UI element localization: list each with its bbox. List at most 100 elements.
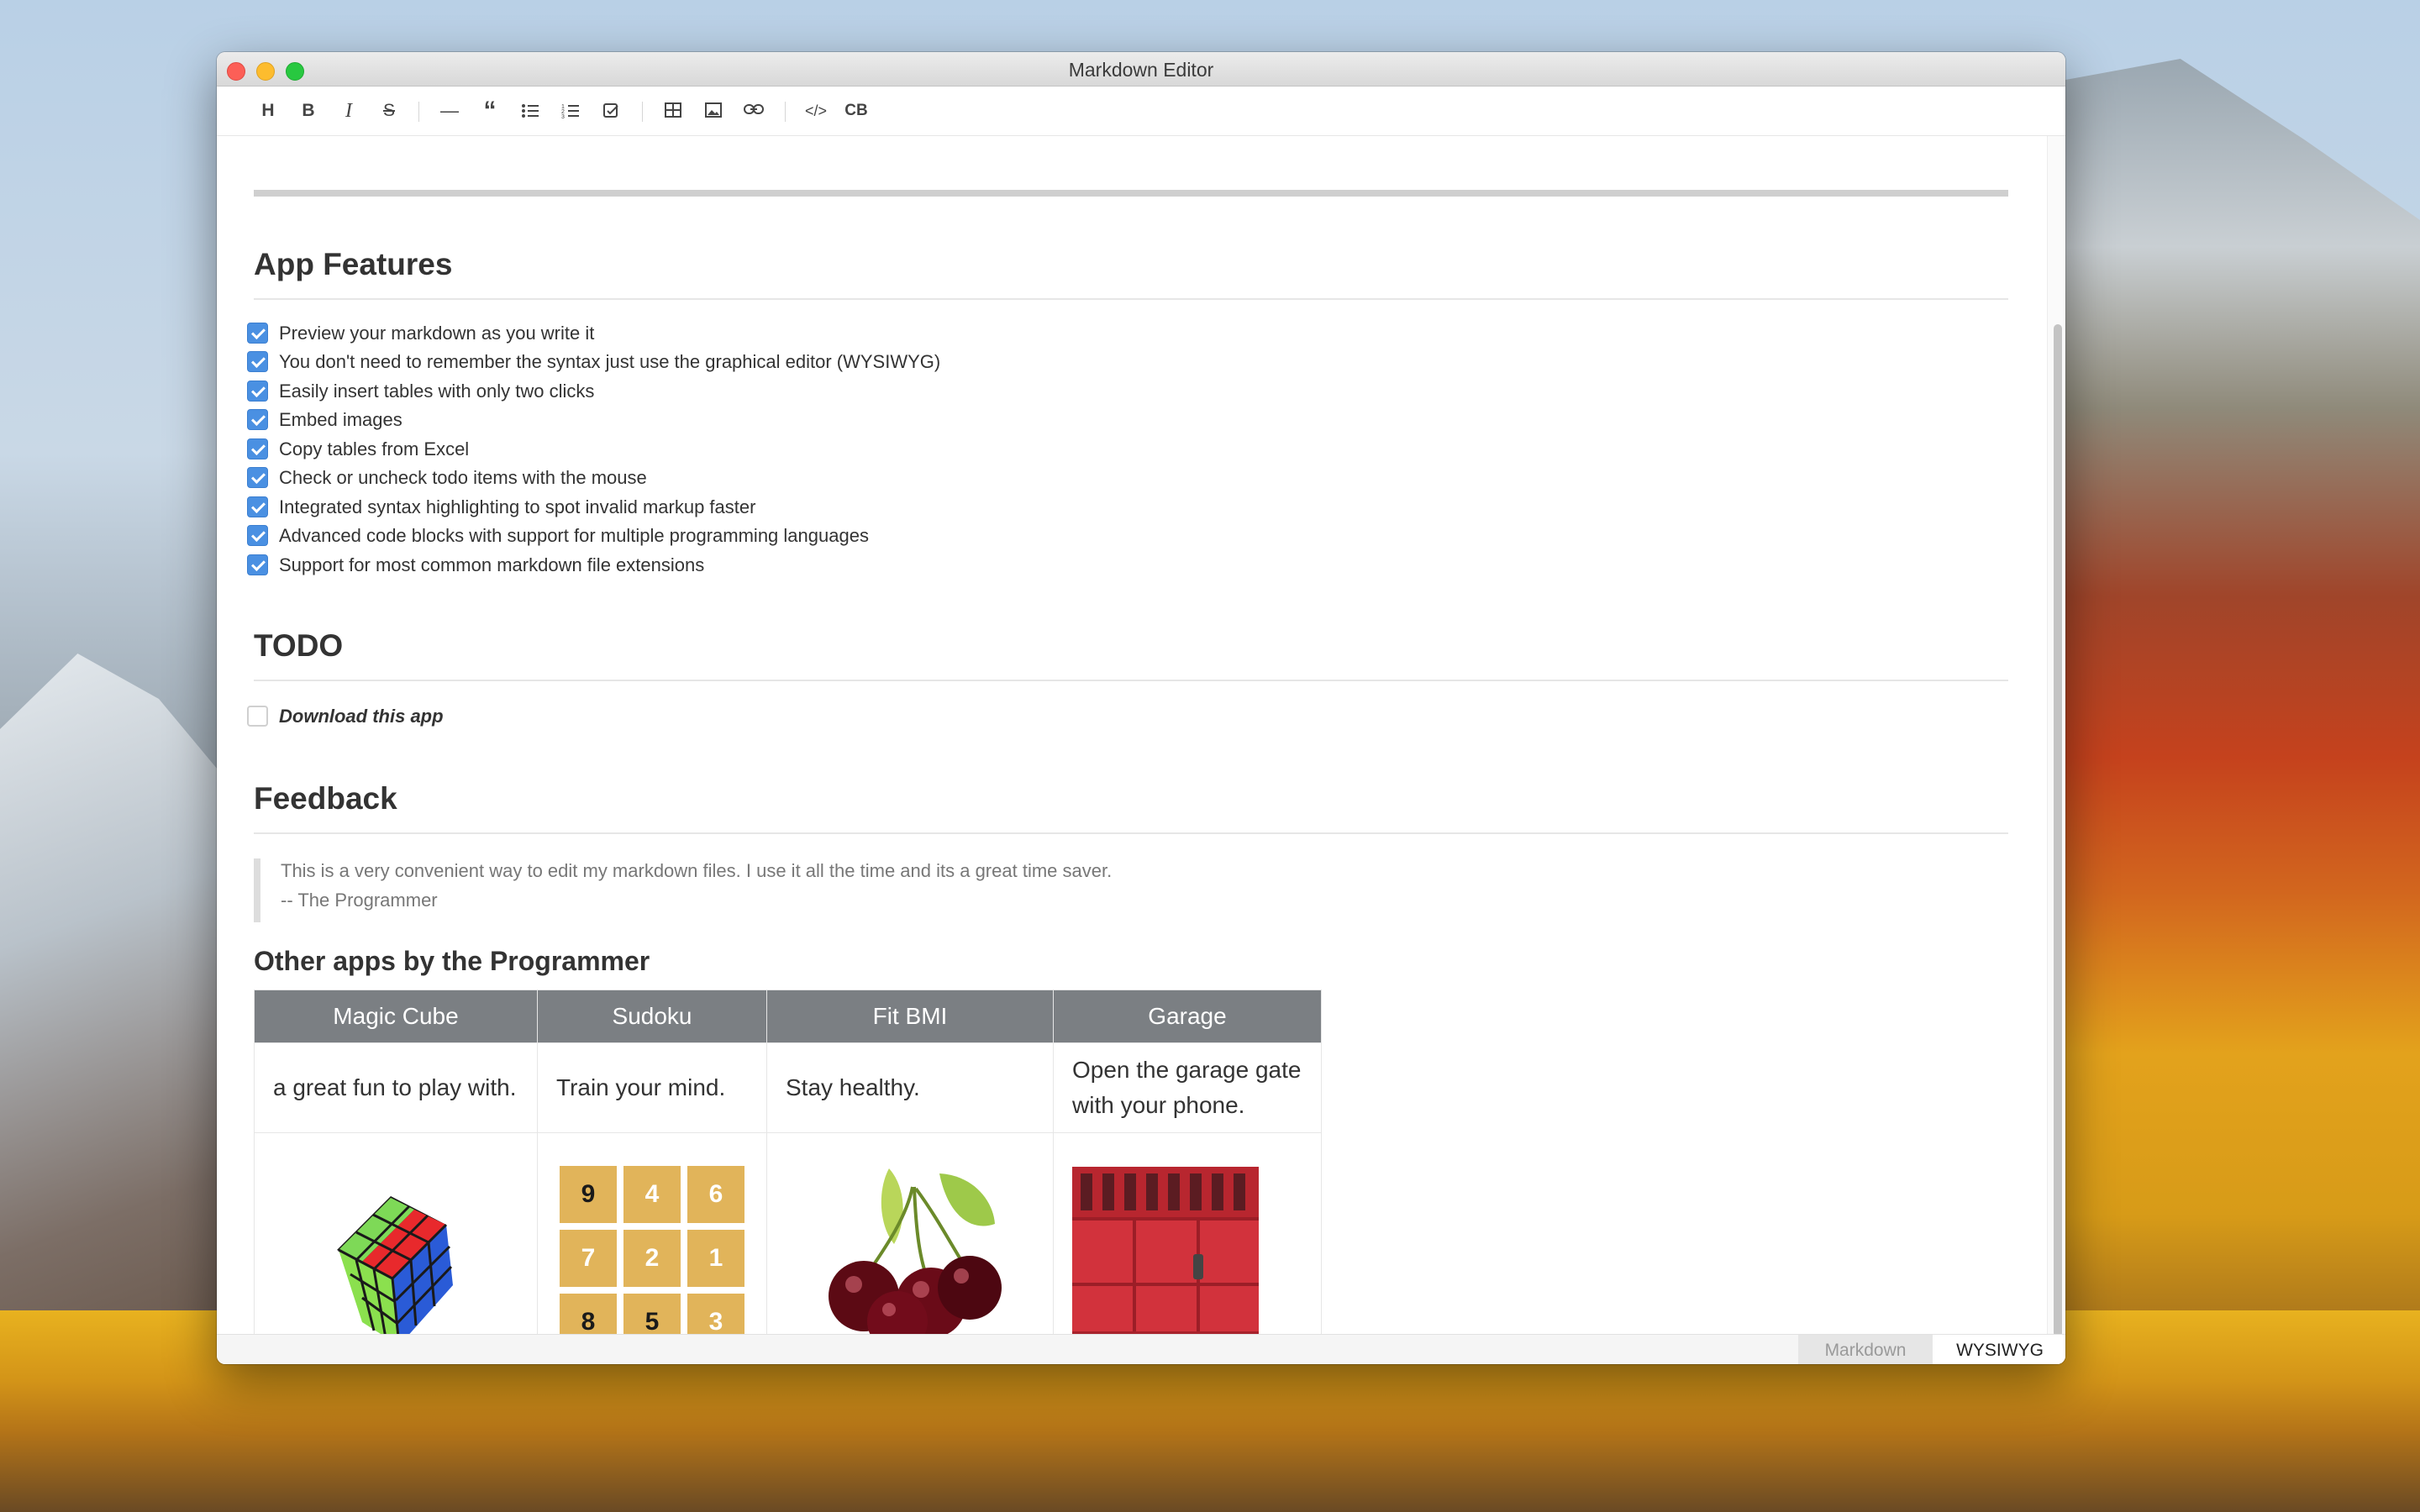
task-label: Support for most common markdown file ex… [279, 554, 705, 575]
sudoku-cell: 2 [623, 1230, 681, 1287]
strikethrough-icon: S [382, 101, 395, 120]
quote-button[interactable]: “ [474, 96, 506, 126]
checkbox-checked[interactable] [247, 525, 268, 546]
link-icon [744, 104, 764, 114]
table-cell [1053, 1132, 1322, 1364]
horizontal-rule [254, 190, 2008, 197]
task-label: Download this app [279, 706, 444, 727]
toolbar-separator [418, 102, 419, 122]
task-list-button[interactable] [595, 96, 627, 126]
bullet-list-icon [522, 104, 539, 118]
column-header: Garage [1053, 990, 1322, 1043]
scrollbar-thumb[interactable] [2054, 324, 2062, 1337]
svg-text:3: 3 [561, 114, 565, 119]
heading-button[interactable]: H [252, 96, 284, 126]
table-cell: a great fun to play with. [254, 1042, 538, 1133]
garage-door-image [1072, 1167, 1259, 1350]
other-apps-table: Magic Cube Sudoku Fit BMI Garage a great… [254, 990, 1322, 1364]
toolbar-separator [785, 102, 786, 122]
cherries-image [829, 1168, 1002, 1352]
checkbox-checked[interactable] [247, 351, 268, 372]
feedback-blockquote: This is a very convenient way to edit my… [254, 858, 2015, 922]
toolbar-separator [642, 102, 643, 122]
checkbox-checked[interactable] [247, 438, 268, 459]
task-label: Copy tables from Excel [279, 438, 470, 459]
checkbox-checked[interactable] [247, 323, 268, 344]
feedback-heading: Feedback [254, 781, 397, 816]
sudoku-cell: 1 [687, 1230, 744, 1287]
title-bar[interactable]: Markdown Editor [217, 52, 2065, 87]
column-header: Fit BMI [766, 990, 1054, 1043]
formatting-toolbar: H B I S — “ 1 2 3 </> CB [217, 87, 2065, 136]
image-button[interactable] [697, 96, 729, 126]
sudoku-grid-image: 9 4 6 7 2 1 8 5 3 [560, 1166, 744, 1351]
task-label: Check or uncheck todo items with the mou… [279, 467, 647, 488]
bold-icon: B [302, 101, 315, 120]
numbered-list-icon: 1 2 3 [561, 104, 579, 119]
features-heading: App Features [254, 247, 453, 281]
sudoku-cell: 7 [560, 1230, 617, 1287]
task-label: Advanced code blocks with support for mu… [279, 525, 869, 546]
table-cell: Stay healthy. [766, 1042, 1054, 1133]
sudoku-cell: 4 [623, 1166, 681, 1223]
table-cell: Open the garage gate with your phone. [1053, 1042, 1322, 1133]
wysiwyg-mode-tab[interactable]: WYSIWYG [1933, 1335, 2065, 1364]
bullet-list-button[interactable] [514, 96, 546, 126]
table-header-row: Magic Cube Sudoku Fit BMI Garage [254, 990, 1322, 1043]
todo-heading: TODO [254, 628, 344, 663]
other-apps-heading: Other apps by the Programmer [254, 946, 650, 976]
heading-underline [254, 832, 2008, 834]
task-label: Easily insert tables with only two click… [279, 381, 595, 402]
sudoku-cell: 6 [687, 1166, 744, 1223]
code-block-button[interactable]: CB [840, 96, 872, 126]
table-cell [766, 1132, 1054, 1364]
checkbox-icon [603, 103, 618, 118]
table-row: a great fun to play with. Train your min… [254, 1042, 1322, 1133]
table-cell [254, 1132, 538, 1364]
code-icon: </> [804, 102, 828, 119]
table-cell: 9 4 6 7 2 1 8 5 3 [537, 1132, 767, 1364]
checkbox-checked[interactable] [247, 467, 268, 488]
horizontal-rule-icon: — [440, 100, 459, 121]
image-icon [705, 102, 722, 118]
code-button[interactable]: </> [800, 96, 832, 126]
vertical-scrollbar[interactable] [2047, 136, 2065, 1364]
table-cell: Train your mind. [537, 1042, 767, 1133]
code-block-icon: CB [844, 102, 868, 119]
checkbox-checked[interactable] [247, 409, 268, 430]
table-button[interactable] [657, 96, 689, 126]
checkbox-checked[interactable] [247, 381, 268, 402]
bold-button[interactable]: B [292, 96, 324, 126]
heading-underline [254, 680, 2008, 681]
task-label: Embed images [279, 409, 402, 430]
horizontal-rule-button[interactable]: — [434, 96, 466, 126]
heading-underline [254, 298, 2008, 300]
window-title: Markdown Editor [1068, 59, 1214, 81]
rubiks-cube-image [337, 1196, 453, 1347]
task-label: Integrated syntax highlighting to spot i… [279, 496, 756, 517]
italic-button[interactable]: I [333, 96, 365, 126]
italic-icon: I [345, 100, 352, 122]
quote-text: This is a very convenient way to edit my… [281, 860, 1113, 881]
task-label: You don't need to remember the syntax ju… [279, 351, 941, 372]
strikethrough-button[interactable]: S [373, 96, 405, 126]
checkbox-unchecked[interactable] [247, 706, 268, 727]
heading-icon: H [261, 101, 275, 120]
column-header: Sudoku [537, 990, 767, 1043]
wallpaper-mountain-right [2033, 59, 2420, 1403]
wysiwyg-editor-content[interactable]: App Features Preview your markdown as yo… [217, 136, 2049, 1364]
table-icon [665, 102, 681, 118]
markdown-editor-window: Markdown Editor H B I S — “ 1 2 3 </> CB… [217, 52, 2065, 1364]
link-button[interactable] [738, 96, 770, 126]
status-bar: Markdown WYSIWYG [217, 1334, 2065, 1364]
column-header: Magic Cube [254, 990, 538, 1043]
task-label: Preview your markdown as you write it [279, 323, 595, 344]
checkbox-checked[interactable] [247, 496, 268, 517]
quote-icon: “ [483, 97, 497, 124]
table-row: 9 4 6 7 2 1 8 5 3 [254, 1132, 1322, 1364]
markdown-mode-tab[interactable]: Markdown [1798, 1335, 1933, 1364]
checkbox-checked[interactable] [247, 554, 268, 575]
numbered-list-button[interactable]: 1 2 3 [555, 96, 587, 126]
sudoku-cell: 9 [560, 1166, 617, 1223]
quote-author: -- The Programmer [281, 890, 438, 911]
